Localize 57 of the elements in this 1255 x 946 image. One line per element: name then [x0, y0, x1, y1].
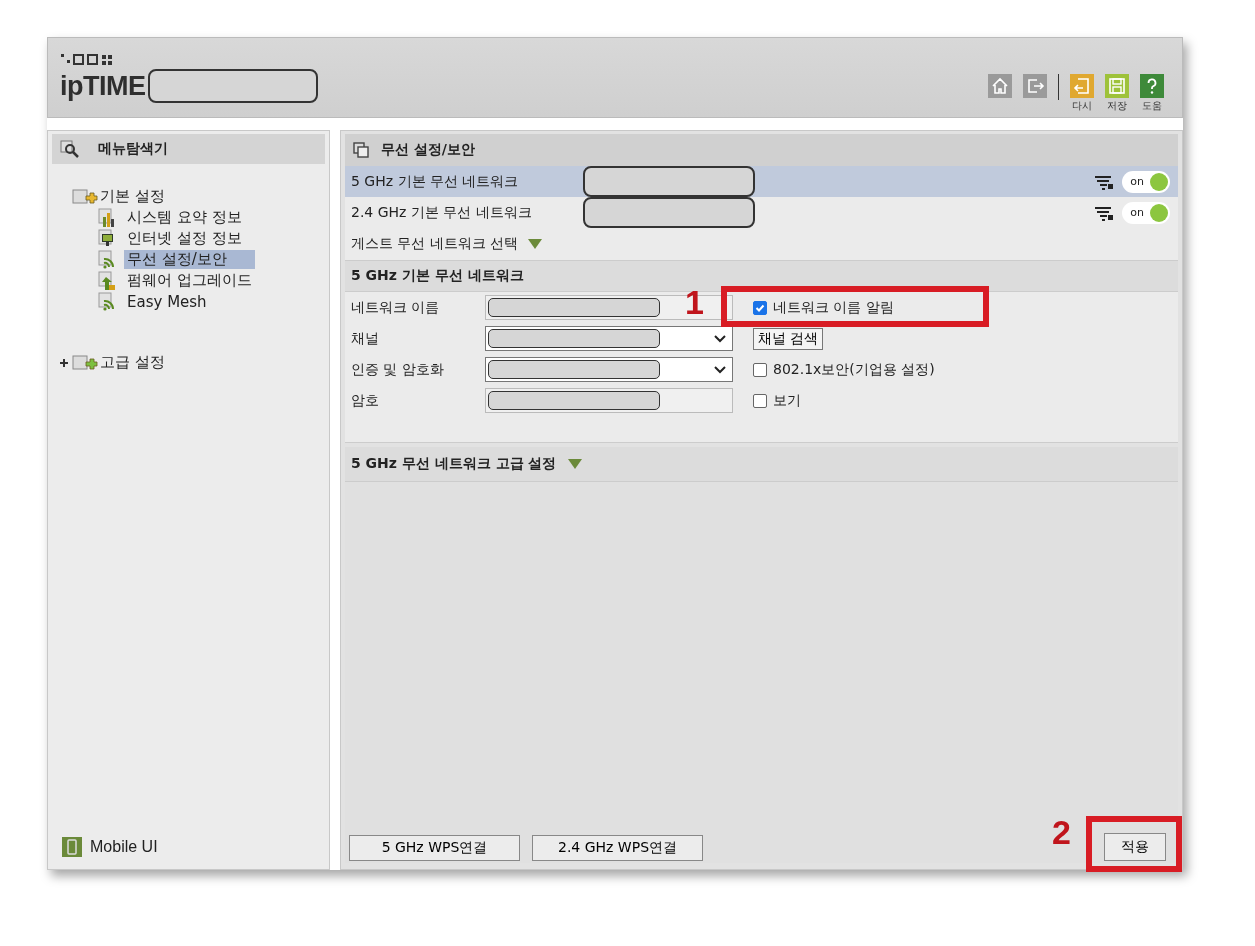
- network-row[interactable]: 2.4 GHz 기본 무선 네트워크 on: [345, 197, 1178, 228]
- checkbox-label[interactable]: 네트워크 이름 알림: [773, 298, 894, 317]
- menu-group[interactable]: 고급 설정: [100, 353, 165, 372]
- checkbox[interactable]: [753, 393, 767, 408]
- mobile-ui-link[interactable]: Mobile UI: [90, 838, 158, 856]
- wps-button[interactable]: 2.4 GHz WPS연결: [532, 835, 703, 861]
- home-icon[interactable]: [988, 74, 1012, 98]
- chevron-down-icon[interactable]: [714, 365, 726, 374]
- wifi-lock-icon: [1094, 173, 1115, 190]
- chevron-down-icon[interactable]: [714, 334, 726, 343]
- content-title: 무선 설정/보안: [381, 141, 475, 159]
- field-label: 네트워크 이름: [351, 298, 441, 317]
- network-name: 5 GHz 기본 무선 네트워크: [351, 172, 520, 191]
- expand-icon[interactable]: [60, 358, 68, 367]
- checkbox[interactable]: [753, 362, 767, 377]
- guest-network-select[interactable]: 게스트 무선 네트워크 선택: [351, 235, 519, 253]
- menu-item[interactable]: 인터넷 설정 정보: [124, 229, 245, 248]
- wifi-lock-icon: [1094, 204, 1115, 221]
- windows-icon: [353, 142, 369, 158]
- toolbar-label: 다시: [1072, 99, 1092, 113]
- field-label: 인증 및 암호화: [351, 360, 445, 379]
- annotation-number: 1: [685, 282, 704, 322]
- help-icon[interactable]: [1140, 74, 1164, 98]
- search-icon: [60, 140, 80, 158]
- folder-icon[interactable]: [72, 187, 98, 206]
- checkbox-label[interactable]: 보기: [773, 391, 801, 410]
- channel-search-button[interactable]: 채널 검색: [753, 327, 824, 350]
- section-title: 5 GHz 기본 무선 네트워크: [351, 267, 524, 285]
- logout-icon[interactable]: [1023, 74, 1047, 98]
- menu-item[interactable]: 무선 설정/보안: [124, 250, 255, 269]
- phone-icon[interactable]: [62, 837, 82, 857]
- menu-group[interactable]: 기본 설정: [100, 187, 165, 206]
- toggle-switch[interactable]: on: [1122, 201, 1170, 224]
- annotation-number: 2: [1052, 813, 1071, 852]
- menu-item[interactable]: Easy Mesh: [124, 292, 210, 311]
- select-field[interactable]: [485, 326, 733, 351]
- dropdown-arrow-icon[interactable]: [528, 239, 543, 249]
- field-label: 채널: [351, 329, 380, 348]
- toolbar-label: 저장: [1107, 99, 1127, 113]
- dropdown-arrow-icon[interactable]: [568, 459, 583, 469]
- toolbar-label: 도움: [1142, 99, 1162, 113]
- upload-icon: [98, 270, 118, 291]
- menu-item[interactable]: 시스템 요약 정보: [124, 208, 245, 227]
- network-row[interactable]: 5 GHz 기본 무선 네트워크 on: [345, 166, 1178, 197]
- menu-item[interactable]: 펌웨어 업그레이드: [124, 271, 255, 290]
- checkbox-label[interactable]: 802.1x보안(기업용 설정): [773, 360, 935, 379]
- toggle-switch[interactable]: on: [1122, 170, 1170, 193]
- select-field[interactable]: [485, 357, 733, 382]
- field-label: 암호: [351, 391, 380, 410]
- section-title[interactable]: 5 GHz 무선 네트워크 고급 설정: [351, 455, 557, 473]
- logo-text: ipTIME: [60, 70, 146, 102]
- wps-button[interactable]: 5 GHz WPS연결: [349, 835, 520, 861]
- sidebar-title: 메뉴탐색기: [98, 140, 168, 158]
- password-field[interactable]: [485, 388, 733, 413]
- network-name: 2.4 GHz 기본 무선 네트워크: [351, 203, 533, 222]
- checkbox[interactable]: [753, 300, 767, 315]
- apply-button[interactable]: 적용: [1104, 833, 1166, 861]
